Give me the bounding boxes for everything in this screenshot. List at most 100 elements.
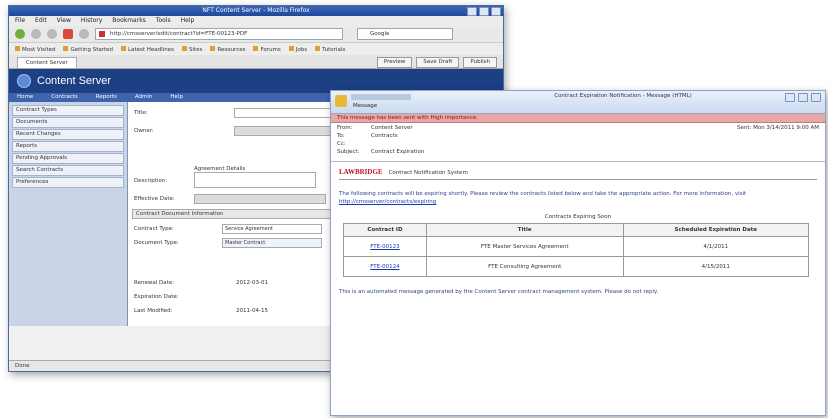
field-label: Contract Type: (134, 226, 174, 232)
importance-banner: This message has been sent with High imp… (331, 114, 825, 123)
from-value[interactable]: Content Server (371, 125, 413, 131)
nav-admin[interactable]: Admin (135, 93, 153, 102)
reload-icon[interactable] (47, 29, 57, 39)
nav-help[interactable]: Help (170, 93, 183, 102)
message-body: LAWBRIDGE Contract Notification System T… (331, 162, 825, 301)
menu-file[interactable]: File (15, 16, 25, 26)
description-input[interactable] (194, 172, 316, 188)
nav-home[interactable]: Home (17, 93, 33, 102)
table-cell: FTE Consulting Agreement (425, 256, 624, 277)
message-header: From: Content Server To: Contracts Cc: S… (331, 123, 825, 162)
column-header: Title (425, 223, 624, 237)
minimize-button[interactable] (467, 7, 477, 16)
publish-button[interactable]: Publish (463, 57, 497, 68)
table-title: Contracts Expiring Soon (544, 214, 612, 220)
menu-bookmarks[interactable]: Bookmarks (112, 16, 146, 26)
close-button[interactable] (491, 7, 501, 16)
effective-date-input[interactable] (194, 194, 326, 204)
field-label: Last Modified: (134, 308, 173, 314)
minimize-button[interactable] (785, 93, 795, 102)
table-cell: 4/15/2011 (622, 256, 810, 277)
contract-type-select[interactable]: Service Agreement (222, 224, 322, 234)
table-row: FTE-00124 FTE Consulting Agreement 4/15/… (343, 256, 810, 277)
sidebar-item[interactable]: Contract Types (12, 105, 124, 116)
intro-link[interactable]: http://cmsserver/contracts/expiring (339, 199, 436, 205)
email-title: Contract Expiration Notification - Messa… (554, 93, 692, 99)
contract-id-link[interactable]: FTE-00123 (343, 236, 427, 257)
bookmark-item[interactable]: Resources (210, 46, 245, 53)
brand-logo: LAWBRIDGE (339, 168, 383, 176)
to-value[interactable]: Contracts (371, 133, 398, 139)
menu-history[interactable]: History (81, 16, 102, 26)
search-input[interactable]: Google (357, 28, 453, 40)
bookmark-item[interactable]: Tutorials (315, 46, 345, 53)
menu-help[interactable]: Help (181, 16, 195, 26)
outlook-icon[interactable] (335, 95, 347, 107)
from-label: From: (337, 125, 353, 131)
maximize-button[interactable] (798, 93, 808, 102)
field-label: Title: (134, 110, 148, 116)
menu-edit[interactable]: Edit (35, 16, 47, 26)
address-bar[interactable]: http://cmsserver/edit/contract?id=FTE-00… (95, 28, 343, 40)
contracts-table: Contract ID Title Scheduled Expiration D… (343, 223, 810, 277)
ribbon-tab-message[interactable]: Message (353, 103, 377, 109)
field-label: Expiration Date: (134, 294, 179, 300)
preview-button[interactable]: Preview (376, 57, 413, 68)
footer-note: This is an automated message generated b… (339, 289, 659, 295)
brand-header: LAWBRIDGE Contract Notification System (339, 168, 817, 180)
table-cell: FTE Master Services Agreement (425, 236, 624, 257)
browser-menu-bar: File Edit View History Bookmarks Tools H… (9, 16, 503, 26)
save-draft-button[interactable]: Save Draft (416, 57, 460, 68)
forward-icon[interactable] (31, 29, 41, 39)
to-label: To: (337, 133, 345, 139)
navigation-toolbar: http://cmsserver/edit/contract?id=FTE-00… (9, 26, 503, 43)
app-title: Content Server (37, 75, 111, 87)
document-type-select[interactable]: Master Contract (222, 238, 322, 248)
sidebar-item[interactable]: Documents (12, 117, 124, 128)
tab-content-server[interactable]: Content Server (17, 57, 77, 68)
cc-label: Cc: (337, 141, 346, 147)
brand-subtitle: Contract Notification System (388, 170, 468, 176)
renewal-date-value: 2012-03-01 (236, 280, 268, 286)
sent-date: Sent: Mon 3/14/2011 9:00 AM (736, 125, 819, 131)
nav-reports[interactable]: Reports (96, 93, 117, 102)
stop-icon[interactable] (63, 29, 73, 39)
home-icon[interactable] (79, 29, 89, 39)
maximize-button[interactable] (479, 7, 489, 16)
menu-view[interactable]: View (57, 16, 71, 26)
sidebar-item[interactable]: Preferences (12, 177, 124, 188)
back-icon[interactable] (15, 29, 25, 39)
sidebar-item[interactable]: Reports (12, 141, 124, 152)
email-title-bar: Contract Expiration Notification - Messa… (331, 91, 825, 114)
bookmark-item[interactable]: Most Visited (15, 46, 55, 53)
field-label: Effective Date: (134, 196, 175, 202)
sidebar-item[interactable]: Pending Approvals (12, 153, 124, 164)
table-cell: 4/1/2011 (622, 236, 810, 257)
sidebar-item[interactable]: Recent Changes (12, 129, 124, 140)
field-label: Description: (134, 178, 168, 184)
close-button[interactable] (811, 93, 821, 102)
tab-strip: Content Server Preview Save Draft Publis… (9, 55, 503, 69)
field-label: Document Type: (134, 240, 179, 246)
bookmark-item[interactable]: Sites (182, 46, 202, 53)
bookmark-item[interactable]: Jobs (289, 46, 307, 53)
bookmark-item[interactable]: Getting Started (63, 46, 113, 53)
quick-access-toolbar[interactable] (351, 94, 411, 100)
table-row: FTE-00123 FTE Master Services Agreement … (343, 236, 810, 257)
field-label: Renewal Date: (134, 280, 174, 286)
bookmark-item[interactable]: Forums (253, 46, 280, 53)
column-header: Contract ID (343, 223, 427, 237)
intro-paragraph: The following contracts will be expiring… (339, 191, 747, 197)
sidebar-item[interactable]: Search Contracts (12, 165, 124, 176)
menu-tools[interactable]: Tools (156, 16, 171, 26)
nav-contracts[interactable]: Contracts (51, 93, 78, 102)
subject-value: Contract Expiration (371, 149, 425, 155)
bookmark-item[interactable]: Latest Headlines (121, 46, 174, 53)
browser-title-bar: NFT Content Server - Mozilla Firefox (9, 6, 503, 16)
intro-text: The following contracts will be expiring… (339, 190, 817, 206)
field-label: Owner: (134, 128, 154, 134)
contract-id-link[interactable]: FTE-00124 (343, 256, 427, 277)
last-modified-value: 2011-04-15 (236, 308, 268, 314)
browser-title: NFT Content Server - Mozilla Firefox (202, 7, 310, 14)
subject-label: Subject: (337, 149, 360, 155)
